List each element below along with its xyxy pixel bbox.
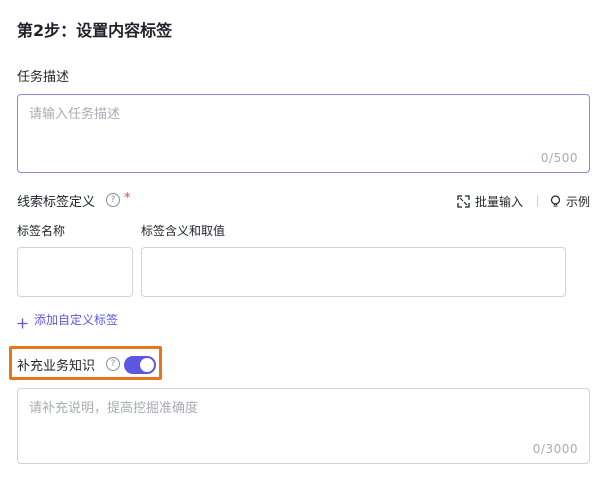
question-circle-icon[interactable]: ?: [106, 193, 120, 207]
business-knowledge-placeholder: 请补充说明，提高挖掘准确度: [29, 401, 199, 416]
add-custom-tag-label: 添加自定义标签: [34, 312, 119, 327]
lightbulb-icon[interactable]: [550, 193, 561, 207]
plus-icon: [17, 314, 28, 328]
task-description-counter: 0/500: [540, 151, 578, 165]
business-knowledge-label: 补充业务知识: [17, 359, 96, 374]
tag-meaning-input[interactable]: [141, 247, 566, 297]
clue-tags-label: 线索标签定义: [17, 195, 96, 210]
business-knowledge-counter: 0/3000: [532, 442, 578, 456]
task-description-placeholder: 请输入任务描述: [29, 107, 121, 122]
batch-input-button[interactable]: 批量输入: [475, 193, 523, 210]
task-description-input[interactable]: 请输入任务描述 0/500: [17, 94, 590, 173]
add-custom-tag-button[interactable]: 添加自定义标签: [17, 310, 118, 328]
expand-icon[interactable]: [457, 193, 470, 208]
question-circle-icon[interactable]: ?: [106, 357, 120, 371]
tag-name-input[interactable]: [17, 247, 133, 297]
tag-name-column-label: 标签名称: [17, 224, 66, 238]
action-divider: [537, 195, 538, 207]
step-title: 第2步：设置内容标签: [17, 21, 173, 40]
task-description-label: 任务描述: [17, 70, 70, 85]
required-mark: *: [124, 191, 131, 206]
business-knowledge-toggle[interactable]: [124, 356, 156, 374]
example-button[interactable]: 示例: [566, 193, 590, 210]
tag-meaning-column-label: 标签含义和取值: [141, 224, 226, 238]
toggle-knob: [140, 358, 154, 372]
business-knowledge-input[interactable]: 请补充说明，提高挖掘准确度 0/3000: [17, 388, 590, 464]
